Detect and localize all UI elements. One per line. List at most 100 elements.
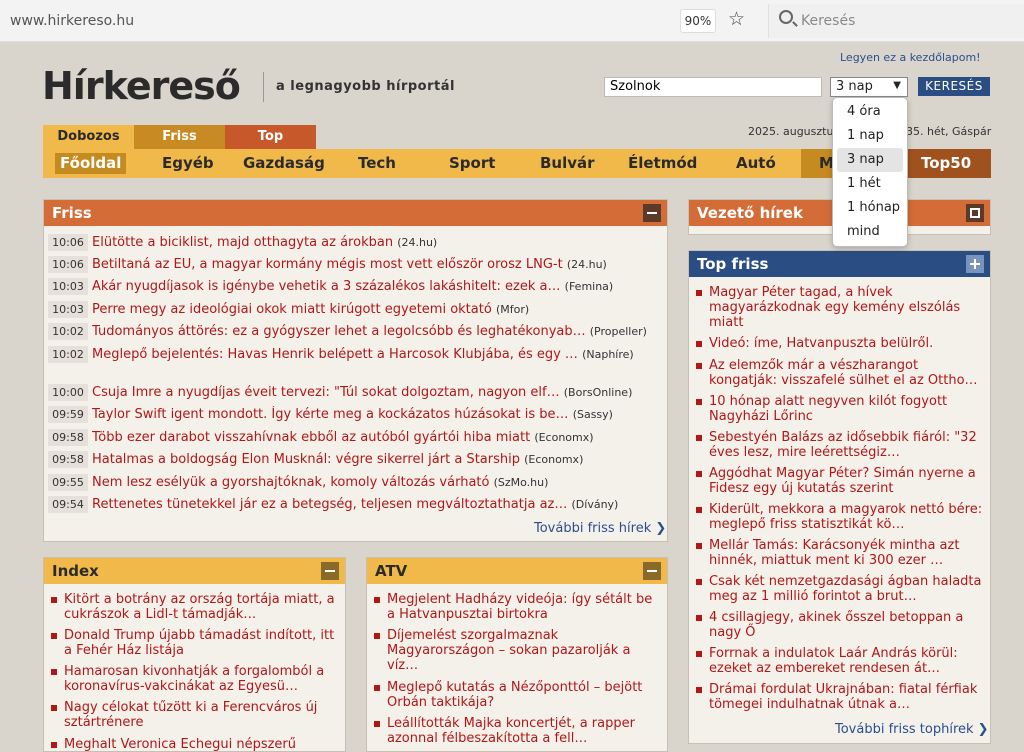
browser-search-box[interactable]: Keresés: [768, 4, 1024, 38]
friss-source: (Dívány): [571, 498, 619, 511]
nav-item-top50[interactable]: Top50: [907, 149, 991, 178]
friss-time: 10:02: [48, 346, 88, 363]
atv-item[interactable]: Megjelent Hadházy videója: így sétált be…: [373, 592, 663, 622]
expand-square-icon[interactable]: [966, 204, 984, 222]
period-select[interactable]: 3 nap ▼: [830, 77, 908, 97]
index-item[interactable]: Hamarosan kivonhatják a forgalomból a ko…: [50, 664, 340, 694]
index-item[interactable]: Nagy célokat tűzött ki a Ferencváros új …: [50, 700, 340, 730]
friss-title[interactable]: Perre megy az ideológiai okok miatt kirú…: [92, 302, 492, 317]
friss-more-link[interactable]: További friss hírek ❯: [534, 521, 666, 536]
tab-friss[interactable]: Friss: [134, 125, 225, 149]
index-item[interactable]: Meghalt Veronica Echegui népszerű: [50, 737, 340, 752]
index-box-header: Index: [44, 558, 345, 584]
friss-item[interactable]: 09:55 Nem lesz esélyük a gyorshajtóknak, …: [48, 474, 663, 492]
nav-item-eletmod[interactable]: Életmód: [628, 154, 697, 172]
index-box-title: Index: [52, 562, 99, 580]
friss-source: (Sassy): [572, 408, 613, 421]
index-item[interactable]: Kitört a botrány az ország tortája miatt…: [50, 592, 340, 622]
plus-icon[interactable]: [966, 255, 984, 273]
topfriss-item[interactable]: 4 csillagjegy, akinek ősszel betoppan a …: [695, 610, 985, 640]
vezeto-box-title: Vezető hírek: [697, 204, 803, 222]
topfriss-more-link[interactable]: További friss tophírek ❯: [835, 722, 989, 737]
friss-item[interactable]: 09:58 Hatalmas a boldogság Elon Musknál: …: [48, 451, 663, 469]
friss-item[interactable]: 10:03 Perre megy az ideológiai okok miatt…: [48, 301, 663, 319]
period-option[interactable]: 1 nap: [837, 124, 903, 148]
friss-item[interactable]: 10:03 Akár nyugdíjasok is igénybe vehetik…: [48, 278, 663, 296]
nav-item-tech[interactable]: Tech: [358, 154, 396, 172]
address-bar[interactable]: www.hirkereso.hu 90% ☆: [0, 6, 760, 36]
collapse-icon[interactable]: [643, 562, 661, 580]
topfriss-item[interactable]: Sebestyén Balázs az idősebbik fiáról: "3…: [695, 430, 985, 460]
topfriss-item[interactable]: Mellár Tamás: Karácsonyék mintha azt hin…: [695, 538, 985, 568]
friss-source: (Femina): [564, 280, 614, 293]
topfriss-box: Top friss Magyar Péter tagad, a hívek ma…: [688, 250, 991, 744]
period-option-selected[interactable]: 3 nap: [837, 148, 903, 172]
friss-item[interactable]: 10:02 Tudományos áttörés: ez a gyógyszer …: [48, 323, 663, 341]
topfriss-item[interactable]: Magyar Péter tagad, a hívek magyarázkodn…: [695, 285, 985, 330]
friss-item[interactable]: 10:06 Betiltaná az EU, a magyar kormány m…: [48, 256, 663, 274]
friss-title[interactable]: Hatalmas a boldogság Elon Musknál: végre…: [92, 452, 520, 467]
search-icon: [779, 10, 793, 24]
topfriss-box-title: Top friss: [697, 255, 769, 273]
topfriss-item[interactable]: Aggódhat Magyar Péter? Simán nyerne a Fi…: [695, 466, 985, 496]
friss-item[interactable]: 10:02 Meglepő bejelentés: Havas Henrik be…: [48, 346, 663, 364]
period-option[interactable]: 1 hónap: [837, 196, 903, 220]
topfriss-item[interactable]: Forrnak a indulatok Laár András körül: e…: [695, 646, 985, 676]
topfriss-item[interactable]: Csak két nemzetgazdasági ágban haladta m…: [695, 574, 985, 604]
search-button[interactable]: KERESÉS: [918, 77, 990, 96]
friss-title[interactable]: Taylor Swift igent mondott. Így kérte me…: [92, 407, 569, 422]
collapse-icon[interactable]: [321, 562, 339, 580]
friss-title[interactable]: Meglepő bejelentés: Havas Henrik belépet…: [92, 347, 578, 362]
friss-time: 10:06: [48, 234, 88, 251]
friss-source: (SzMo.hu): [493, 476, 549, 489]
atv-box: ATV Megjelent Hadházy videója: így sétál…: [366, 557, 668, 752]
atv-item[interactable]: Díjemelést szorgalmaznak Magyarországon …: [373, 628, 663, 673]
period-option[interactable]: mind: [837, 220, 903, 244]
period-option[interactable]: 4 óra: [837, 100, 903, 124]
zoom-badge[interactable]: 90%: [680, 9, 716, 33]
friss-item[interactable]: 10:06 Elütötte a biciklist, majd otthagyt…: [48, 234, 663, 252]
topfriss-item[interactable]: Kiderült, mekkora a magyarok nettó bére:…: [695, 502, 985, 532]
friss-item[interactable]: 09:58 Több ezer darabot visszahívnak ebbő…: [48, 429, 663, 447]
nav-item-egyeb[interactable]: Egyéb: [162, 154, 214, 172]
atv-box-title: ATV: [375, 562, 408, 580]
friss-title[interactable]: Csuja Imre a nyugdíjas éveit tervezi: "T…: [92, 385, 560, 400]
friss-title[interactable]: Betiltaná az EU, a magyar kormány mégis …: [92, 257, 563, 272]
topfriss-item[interactable]: Az elemzők már a vészharangot kongatják:…: [695, 358, 985, 388]
tab-top[interactable]: Top: [225, 125, 316, 149]
news-search-input[interactable]: Szolnok: [604, 77, 822, 97]
friss-title[interactable]: Rettenetes tünetekkel jár ez a betegség,…: [92, 497, 567, 512]
topfriss-box-header: Top friss: [689, 251, 990, 277]
friss-title[interactable]: Elütötte a biciklist, majd otthagyta az …: [92, 235, 393, 250]
chevron-down-icon: ▼: [893, 80, 901, 91]
friss-title[interactable]: Nem lesz esélyük a gyorshajtóknak, komol…: [92, 475, 489, 490]
friss-title[interactable]: Tudományos áttörés: ez a gyógyszer lehet…: [92, 324, 586, 339]
nav-item-bulvar[interactable]: Bulvár: [540, 154, 595, 172]
friss-title[interactable]: Akár nyugdíjasok is igénybe vehetik a 3 …: [92, 279, 561, 294]
bookmark-star-icon[interactable]: ☆: [728, 8, 745, 30]
friss-item[interactable]: 09:59 Taylor Swift igent mondott. Így kér…: [48, 406, 663, 424]
home-page-link[interactable]: Legyen ez a kezdőlapom!: [840, 51, 981, 64]
topfriss-item[interactable]: 10 hónap alatt negyven kilót fogyott Nag…: [695, 394, 985, 424]
collapse-icon[interactable]: [643, 204, 661, 222]
nav-item-sport[interactable]: Sport: [449, 154, 495, 172]
friss-item[interactable]: 09:54 Rettenetes tünetekkel jár ez a bete…: [48, 496, 663, 514]
site-logo[interactable]: Hírkereső: [42, 64, 241, 108]
friss-source: (24.hu): [566, 258, 607, 271]
address-url[interactable]: www.hirkereso.hu: [10, 13, 134, 29]
topfriss-item[interactable]: Videó: íme, Hatvanpuszta belülről.: [695, 336, 985, 351]
logo-divider: [263, 72, 264, 102]
nav-item-auto[interactable]: Autó: [736, 154, 776, 172]
tab-dobozos[interactable]: Dobozos: [43, 125, 134, 149]
friss-title[interactable]: Több ezer darabot visszahívnak ebből az …: [92, 430, 530, 445]
topfriss-item[interactable]: Drámai fordulat Ukrajnában: fiatal férfi…: [695, 682, 985, 712]
index-item[interactable]: Donald Trump újabb támadást indított, it…: [50, 628, 340, 658]
period-selected-value: 3 nap: [836, 79, 873, 94]
atv-item[interactable]: Leállították Majka koncertjét, a rapper …: [373, 716, 663, 746]
atv-item[interactable]: Meglepő kutatás a Nézőponttól – bejött O…: [373, 680, 663, 710]
nav-item-fooldal[interactable]: Főoldal: [55, 153, 127, 174]
friss-item[interactable]: 10:00 Csuja Imre a nyugdíjas éveit tervez…: [48, 384, 663, 402]
friss-time: 09:55: [48, 474, 88, 491]
period-option[interactable]: 1 hét: [837, 172, 903, 196]
nav-item-gazdasag[interactable]: Gazdaság: [243, 154, 325, 172]
